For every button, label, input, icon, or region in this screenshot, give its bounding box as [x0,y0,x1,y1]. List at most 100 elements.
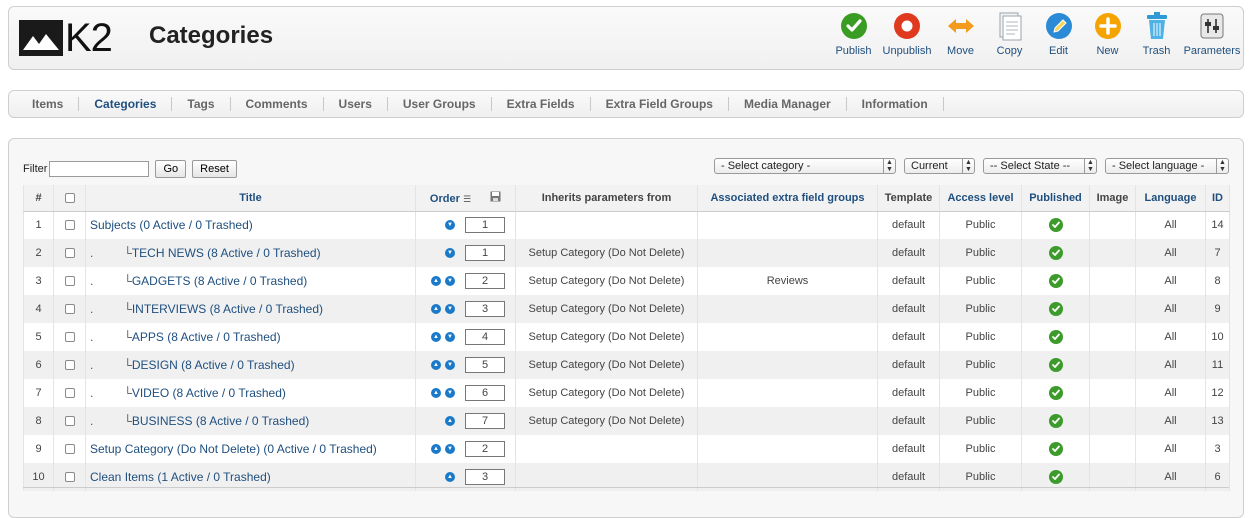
state-select[interactable]: -- Select State -- ▲ ▼ [983,158,1097,174]
publish-button[interactable]: Publish [829,11,878,57]
current-select[interactable]: Current ▲ ▼ [904,158,975,174]
move-down-icon[interactable]: ▼ [445,360,455,370]
category-title-link[interactable]: GADGETS (8 Active / 0 Trashed) [132,274,307,288]
move-down-icon[interactable]: ▼ [445,332,455,342]
move-down-icon[interactable]: ▼ [445,304,455,314]
submenu-item-items[interactable]: Items [17,97,80,111]
move-up-icon[interactable]: ▲ [431,304,441,314]
category-title-link[interactable]: Clean Items (1 Active / 0 Trashed) [90,470,271,484]
edit-button[interactable]: Edit [1034,11,1083,57]
submenu-item-extra-field-groups[interactable]: Extra Field Groups [591,97,729,111]
row-checkbox[interactable] [64,276,75,287]
col-header-extra-field-groups[interactable]: Associated extra field groups [697,185,878,212]
order-input[interactable]: 4 [465,329,505,345]
published-check-icon[interactable] [1048,442,1063,456]
save-order-icon[interactable] [490,191,501,205]
move-up-icon[interactable]: ▲ [431,388,441,398]
move-up-icon[interactable]: ▲ [445,416,455,426]
order-input[interactable]: 1 [465,217,505,234]
inherits-cell: Setup Category (Do Not Delete) [515,239,698,267]
new-icon [1093,11,1123,41]
row-checkbox[interactable] [64,304,75,315]
filter-input[interactable] [49,161,150,177]
new-button[interactable]: New [1083,11,1132,57]
row-checkbox[interactable] [64,332,75,343]
published-check-icon[interactable] [1048,218,1063,233]
move-up-icon[interactable]: ▲ [431,276,441,286]
col-header-order[interactable]: Order ☰ [415,185,516,212]
row-checkbox[interactable] [64,388,75,399]
go-button[interactable]: Go [155,160,187,178]
submenu-item-user-groups[interactable]: User Groups [388,97,492,111]
submenu-item-extra-fields[interactable]: Extra Fields [492,97,591,111]
reset-button[interactable]: Reset [192,160,237,178]
table-row: 9 Setup Category (Do Not Delete) (0 Activ… [23,435,1230,463]
submenu-nav: Items Categories Tags Comments Users Use… [8,90,1244,118]
published-check-icon[interactable] [1048,274,1063,288]
submenu-item-categories[interactable]: Categories [79,97,173,111]
move-down-icon[interactable]: ▼ [445,388,455,398]
category-title-link[interactable]: INTERVIEWS (8 Active / 0 Trashed) [132,302,323,316]
trash-button[interactable]: Trash [1132,11,1181,57]
publish-icon [839,11,869,41]
parameters-button[interactable]: Parameters [1181,11,1243,57]
published-check-icon[interactable] [1048,470,1063,484]
order-input[interactable]: 3 [465,469,505,485]
published-cell [1021,211,1090,239]
category-title-link[interactable]: Setup Category (Do Not Delete) (0 Active… [90,442,377,456]
move-button[interactable]: Move [936,11,985,57]
unpublish-button[interactable]: Unpublish [878,11,936,57]
move-up-icon[interactable]: ▲ [431,332,441,342]
move-down-icon[interactable]: ▼ [445,276,455,286]
tree-indent: . └ [90,330,132,344]
order-input[interactable]: 2 [465,441,505,457]
language-select[interactable]: - Select language - ▲ ▼ [1105,158,1229,174]
col-header-title[interactable]: Title [85,185,416,212]
category-title-link[interactable]: Subjects (0 Active / 0 Trashed) [90,218,253,232]
move-down-icon[interactable]: ▼ [445,444,455,454]
move-down-icon[interactable]: ▼ [445,220,455,231]
category-title-link[interactable]: VIDEO (8 Active / 0 Trashed) [132,386,286,400]
order-input[interactable]: 6 [465,385,505,401]
access-level-cell: Public [939,351,1022,379]
language-cell: All [1135,379,1206,407]
access-level-cell: Public [939,407,1022,435]
row-checkbox[interactable] [64,220,75,231]
submenu-item-media-manager[interactable]: Media Manager [729,97,847,111]
move-up-icon[interactable]: ▲ [445,472,455,482]
category-select[interactable]: - Select category - ▲ ▼ [714,158,896,174]
col-header-language[interactable]: Language [1135,185,1206,212]
submenu-item-users[interactable]: Users [324,97,388,111]
row-checkbox[interactable] [64,472,75,483]
category-title-link[interactable]: APPS (8 Active / 0 Trashed) [132,330,281,344]
col-header-id[interactable]: ID [1205,185,1230,212]
select-all-checkbox[interactable] [64,192,75,203]
move-up-icon[interactable]: ▲ [431,360,441,370]
submenu-item-tags[interactable]: Tags [172,97,231,111]
move-up-icon[interactable]: ▲ [431,444,441,454]
published-check-icon[interactable] [1048,330,1063,344]
row-checkbox[interactable] [64,444,75,455]
order-input[interactable]: 5 [465,357,505,373]
category-title-link[interactable]: BUSINESS (8 Active / 0 Trashed) [132,414,309,428]
order-input[interactable]: 1 [465,245,505,261]
row-checkbox[interactable] [64,360,75,371]
submenu-item-information[interactable]: Information [847,97,944,111]
move-down-icon[interactable]: ▼ [445,248,455,258]
category-title-link[interactable]: TECH NEWS (8 Active / 0 Trashed) [132,246,321,260]
col-header-published[interactable]: Published [1021,185,1090,212]
row-checkbox[interactable] [64,416,75,427]
published-check-icon[interactable] [1048,414,1063,428]
row-checkbox[interactable] [64,248,75,259]
published-check-icon[interactable] [1048,246,1063,260]
category-title-link[interactable]: DESIGN (8 Active / 0 Trashed) [132,358,295,372]
order-input[interactable]: 3 [465,301,505,317]
order-input[interactable]: 2 [465,273,505,289]
submenu-item-comments[interactable]: Comments [231,97,324,111]
published-check-icon[interactable] [1048,302,1063,316]
published-check-icon[interactable] [1048,386,1063,400]
published-check-icon[interactable] [1048,358,1063,372]
col-header-access-level[interactable]: Access level [939,185,1022,212]
copy-button[interactable]: Copy [985,11,1034,57]
order-input[interactable]: 7 [465,413,505,429]
